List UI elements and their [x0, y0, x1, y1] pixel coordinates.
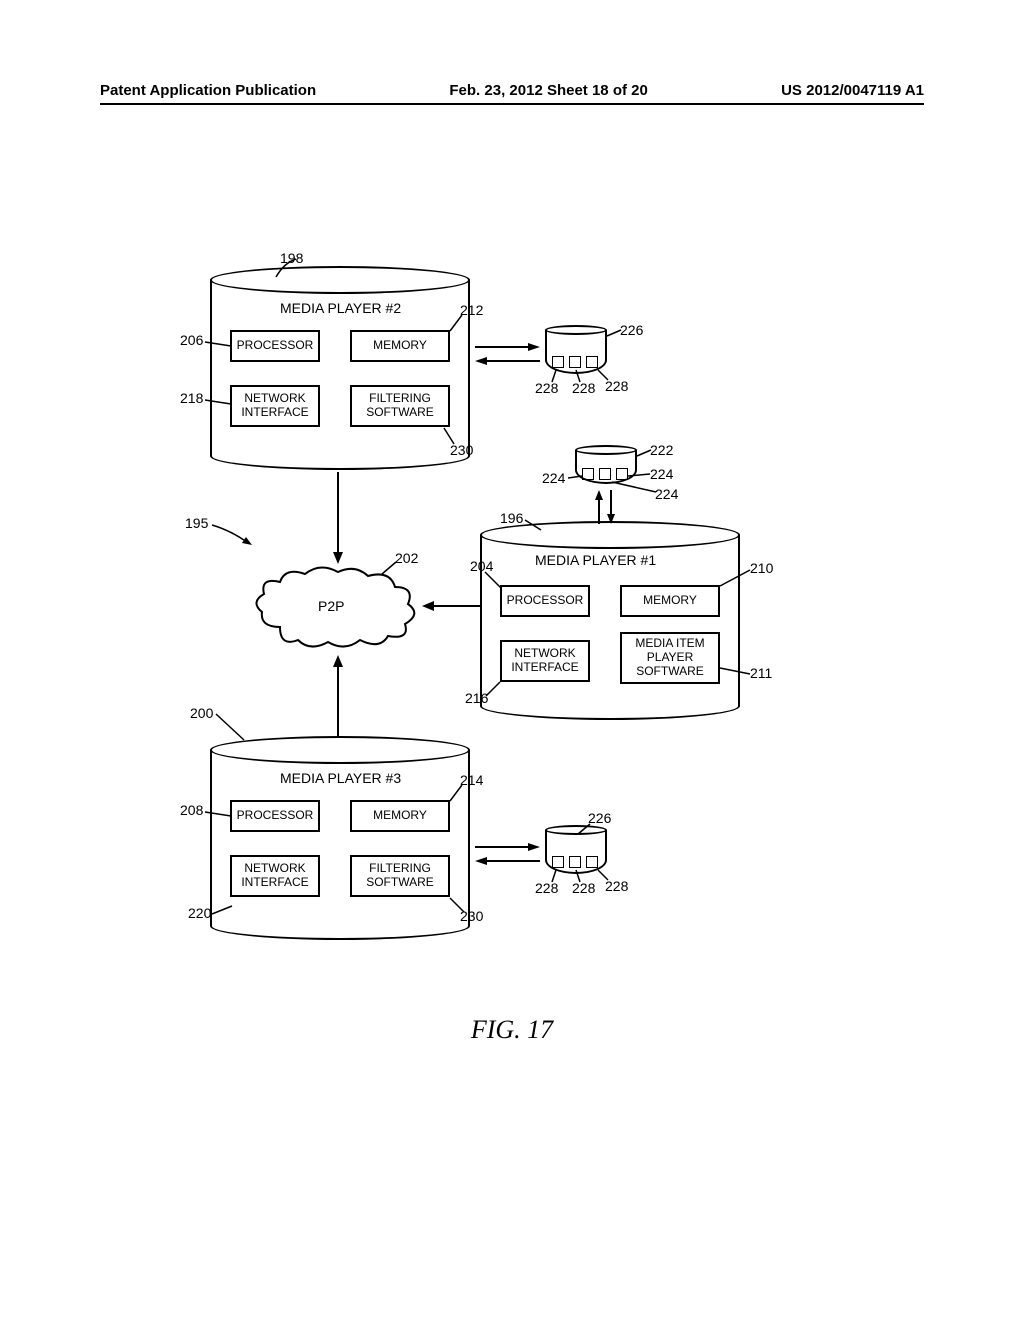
leader-195	[212, 525, 252, 545]
header-mid: Feb. 23, 2012 Sheet 18 of 20	[449, 82, 647, 99]
media-player-3-title: MEDIA PLAYER #3	[280, 770, 401, 786]
arrow-mp3-to-226b	[475, 842, 540, 852]
header-left: Patent Application Publication	[100, 82, 316, 99]
ref-195: 195	[185, 515, 208, 531]
ref-224a: 224	[542, 470, 565, 486]
leader-230a	[442, 428, 458, 446]
ref-222: 222	[650, 442, 673, 458]
ref-224b: 224	[650, 466, 673, 482]
page-header: Patent Application Publication Feb. 23, …	[100, 82, 924, 105]
leader-212	[448, 315, 464, 335]
mp3-filtering: FILTERING SOFTWARE	[350, 855, 450, 897]
mp1-processor: PROCESSOR	[500, 585, 590, 617]
mp1-network: NETWORK INTERFACE	[500, 640, 590, 682]
ref-206: 206	[180, 332, 203, 348]
mp3-network: NETWORK INTERFACE	[230, 855, 320, 897]
arrow-mp3-to-p2p	[332, 655, 344, 737]
leader-206	[205, 340, 233, 348]
ref-220: 220	[188, 905, 211, 921]
mp2-processor: PROCESSOR	[230, 330, 320, 362]
leader-224b	[628, 474, 652, 478]
mp1-playersw: MEDIA ITEM PLAYER SOFTWARE	[620, 632, 720, 684]
ref-218: 218	[180, 390, 203, 406]
leader-200	[216, 714, 246, 742]
leader-218	[205, 398, 233, 406]
mini-228	[569, 356, 581, 368]
leader-198	[276, 259, 296, 279]
leader-211	[720, 668, 752, 678]
arrow-mp1-to-p2p	[422, 600, 480, 612]
leader-224a	[568, 476, 584, 482]
ref-216: 216	[465, 690, 488, 706]
ref-226a: 226	[620, 322, 643, 338]
arrow-226b-to-mp3	[475, 856, 540, 866]
ref-200: 200	[190, 705, 213, 721]
ref-196: 196	[500, 510, 523, 526]
mp3-memory: MEMORY	[350, 800, 450, 832]
header-right: US 2012/0047119 A1	[781, 82, 924, 99]
leader-196	[525, 520, 543, 532]
mp2-filtering: FILTERING SOFTWARE	[350, 385, 450, 427]
mini-228	[586, 356, 598, 368]
mp2-memory: MEMORY	[350, 330, 450, 362]
leader-208	[205, 810, 233, 818]
leader-226a	[607, 330, 623, 338]
mp2-network: NETWORK INTERFACE	[230, 385, 320, 427]
leader-226b	[578, 824, 592, 836]
leader-222	[637, 450, 653, 458]
arrow-226-to-mp2	[475, 356, 540, 366]
ref-211: 211	[750, 665, 772, 681]
leader-228f	[598, 870, 610, 882]
media-player-2-title: MEDIA PLAYER #2	[280, 300, 401, 316]
ref-202: 202	[395, 550, 418, 566]
ref-224c: 224	[655, 486, 678, 502]
figure-diagram: MEDIA PLAYER #2 PROCESSOR MEMORY NETWORK…	[160, 250, 860, 990]
arrow-222-to-mp1	[606, 490, 616, 524]
leader-216	[486, 682, 504, 698]
arrow-mp1-to-222	[594, 490, 604, 524]
leader-228e	[574, 870, 584, 884]
mini-228	[552, 356, 564, 368]
leader-224c	[612, 482, 658, 494]
mp3-processor: PROCESSOR	[230, 800, 320, 832]
leader-230b	[450, 898, 466, 914]
leader-220	[212, 906, 234, 916]
mini-228	[552, 856, 564, 868]
mp1-memory: MEMORY	[620, 585, 720, 617]
leader-228a	[550, 370, 560, 384]
leader-228b	[574, 370, 584, 384]
ref-208: 208	[180, 802, 203, 818]
leader-214	[448, 785, 464, 805]
leader-228c	[598, 370, 610, 382]
mini-224	[599, 468, 611, 480]
mini-228	[586, 856, 598, 868]
leader-202	[382, 562, 398, 576]
mini-224	[616, 468, 628, 480]
leader-210	[720, 570, 752, 588]
figure-caption: FIG. 17	[0, 1015, 1024, 1045]
arrow-mp2-to-p2p	[332, 472, 344, 564]
p2p-label: P2P	[318, 598, 344, 614]
mini-228	[569, 856, 581, 868]
media-player-1-title: MEDIA PLAYER #1	[535, 552, 656, 568]
arrow-mp2-to-226	[475, 342, 540, 352]
ref-210: 210	[750, 560, 773, 576]
leader-204	[485, 572, 503, 590]
leader-228d	[550, 870, 560, 884]
